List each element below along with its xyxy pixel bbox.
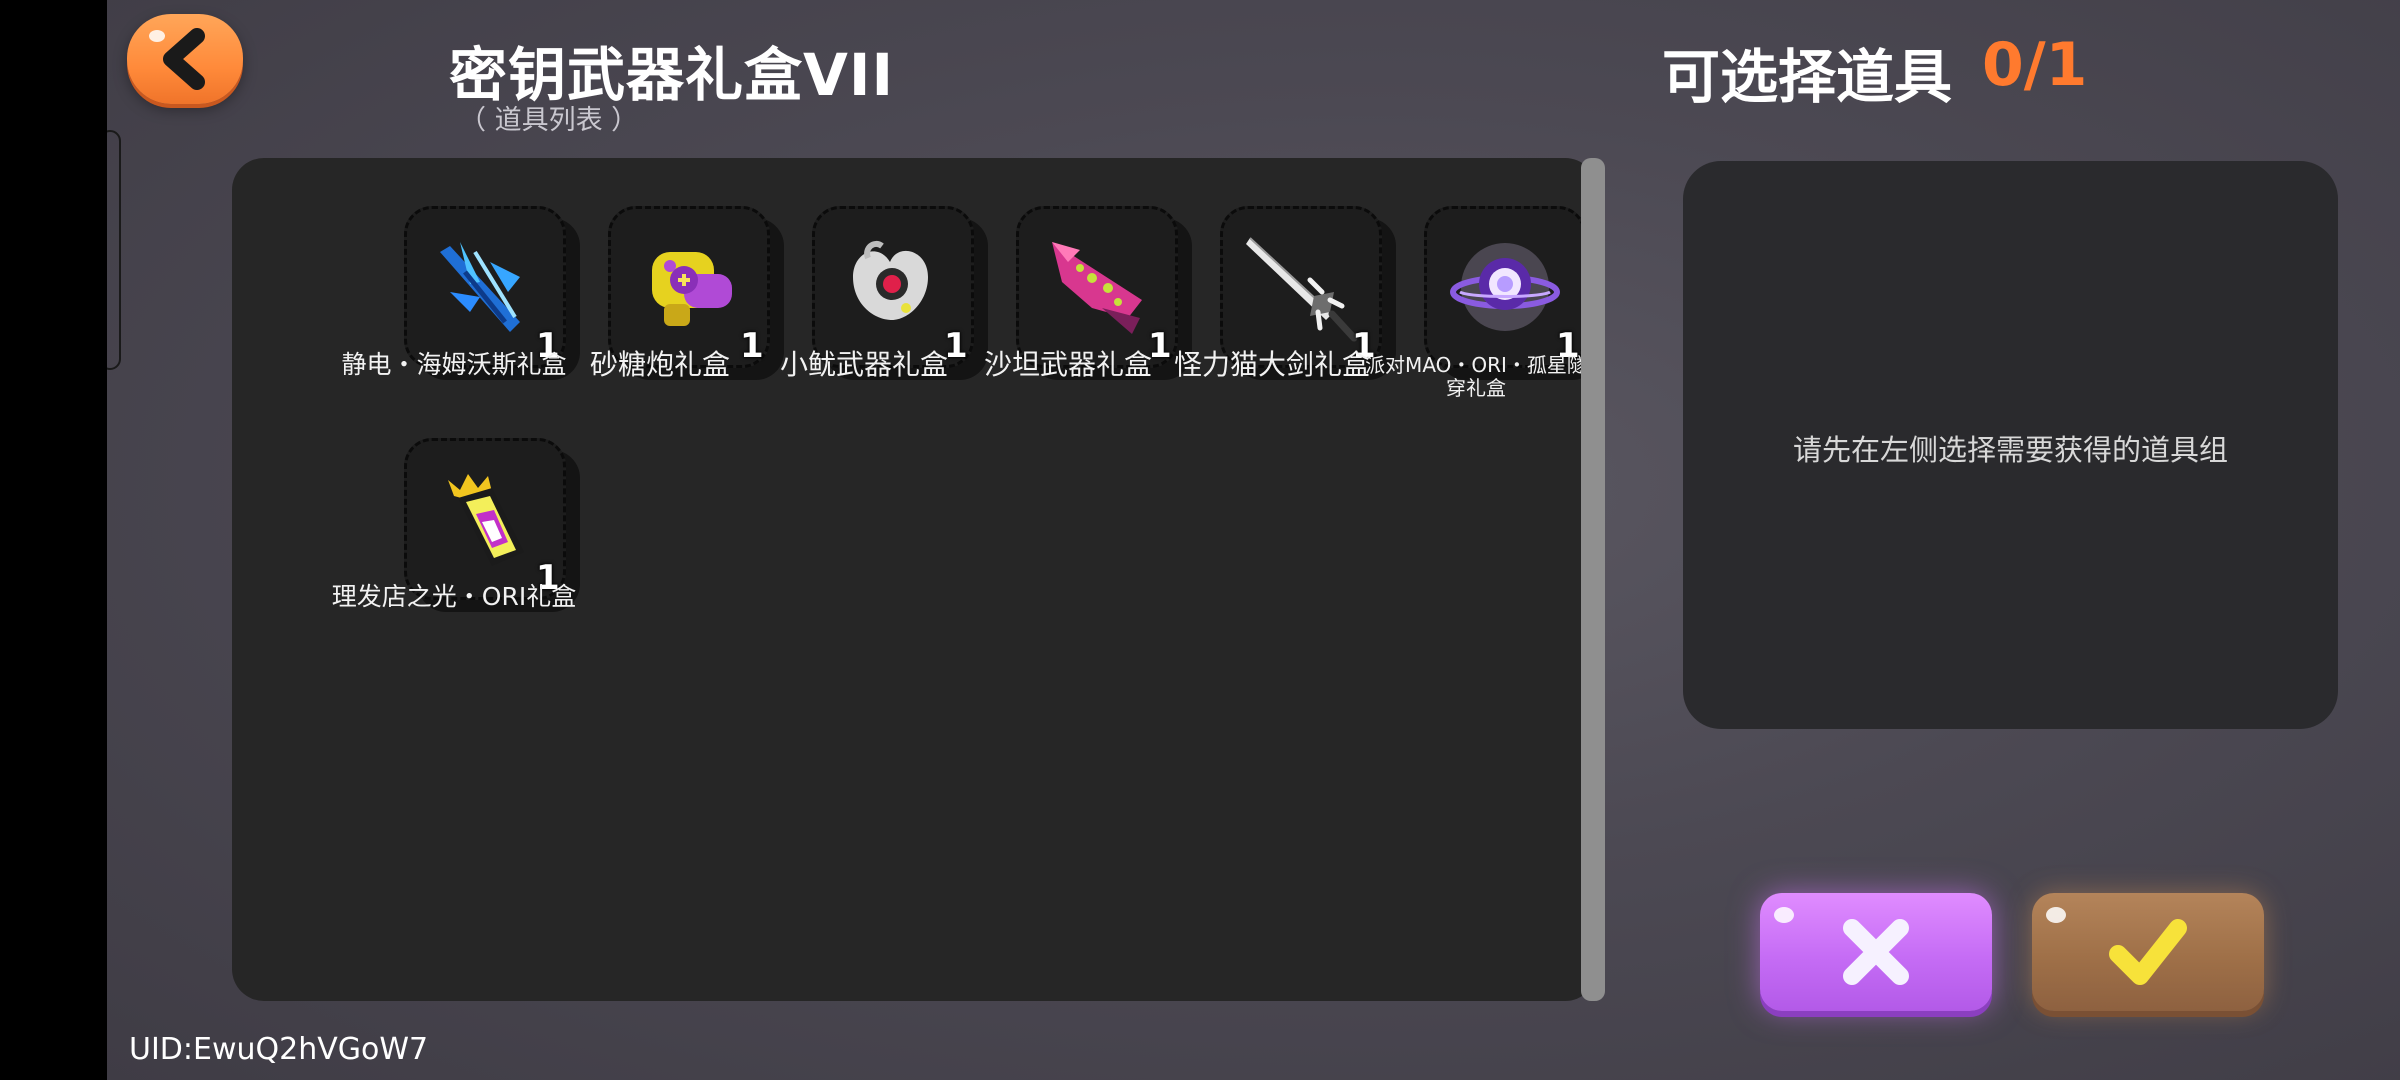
selection-hint: 请先在左侧选择需要获得的道具组 bbox=[1792, 433, 2228, 467]
selection-counter: 0/1 bbox=[1982, 30, 2088, 100]
item-name: 派对MAO・ORI・孤星隧穿礼盒 bbox=[1365, 353, 1587, 400]
item-name: 理发店之光・ORI礼盒 bbox=[331, 582, 577, 611]
x-icon bbox=[1843, 919, 1909, 985]
blue-trident-weapon-icon bbox=[440, 242, 520, 332]
selectable-items-label: 可选择道具 bbox=[1662, 43, 1953, 111]
selection-info-panel: 请先在左侧选择需要获得的道具组 bbox=[1683, 161, 2338, 729]
silver-greatsword-icon bbox=[1246, 237, 1358, 342]
planet-orb-weapon-icon bbox=[1450, 243, 1560, 331]
candy-cannon-weapon-icon bbox=[652, 252, 732, 326]
item-card[interactable]: 1 怪力猫大剑礼盒 bbox=[1162, 200, 1396, 400]
squid-weapon-icon bbox=[853, 240, 928, 320]
crown-canister-weapon-icon bbox=[448, 474, 524, 566]
chevron-left-icon bbox=[163, 28, 205, 90]
button-gloss bbox=[1774, 907, 1794, 923]
cancel-button[interactable] bbox=[1760, 893, 1992, 1011]
check-icon bbox=[2109, 919, 2187, 985]
pink-claw-weapon-icon bbox=[1052, 242, 1142, 334]
screen-notch bbox=[107, 130, 121, 370]
confirm-button[interactable] bbox=[2032, 893, 2264, 1011]
item-card[interactable]: 1 理发店之光・ORI礼盒 bbox=[332, 432, 580, 632]
item-list-panel: 1 静电・海姆沃斯礼盒 1 砂糖炮礼盒 1 小鱿武器礼盒 1 沙坦武器礼盒 1 … bbox=[232, 158, 1600, 1001]
user-id: UID:EwuQ2hVGoW7 bbox=[129, 1032, 429, 1067]
page-subtitle: （ 道具列表 ） bbox=[459, 105, 639, 136]
item-list-scrollbar[interactable] bbox=[1581, 158, 1605, 1001]
back-button[interactable] bbox=[127, 14, 243, 104]
game-screen: 密钥武器礼盒VII （ 道具列表 ） 可选择道具 0/1 1 静电・海姆沃斯礼盒 bbox=[107, 0, 2400, 1080]
item-card[interactable]: 1 派对MAO・ORI・孤星隧穿礼盒 bbox=[1365, 200, 1600, 400]
button-gloss bbox=[2046, 907, 2066, 923]
